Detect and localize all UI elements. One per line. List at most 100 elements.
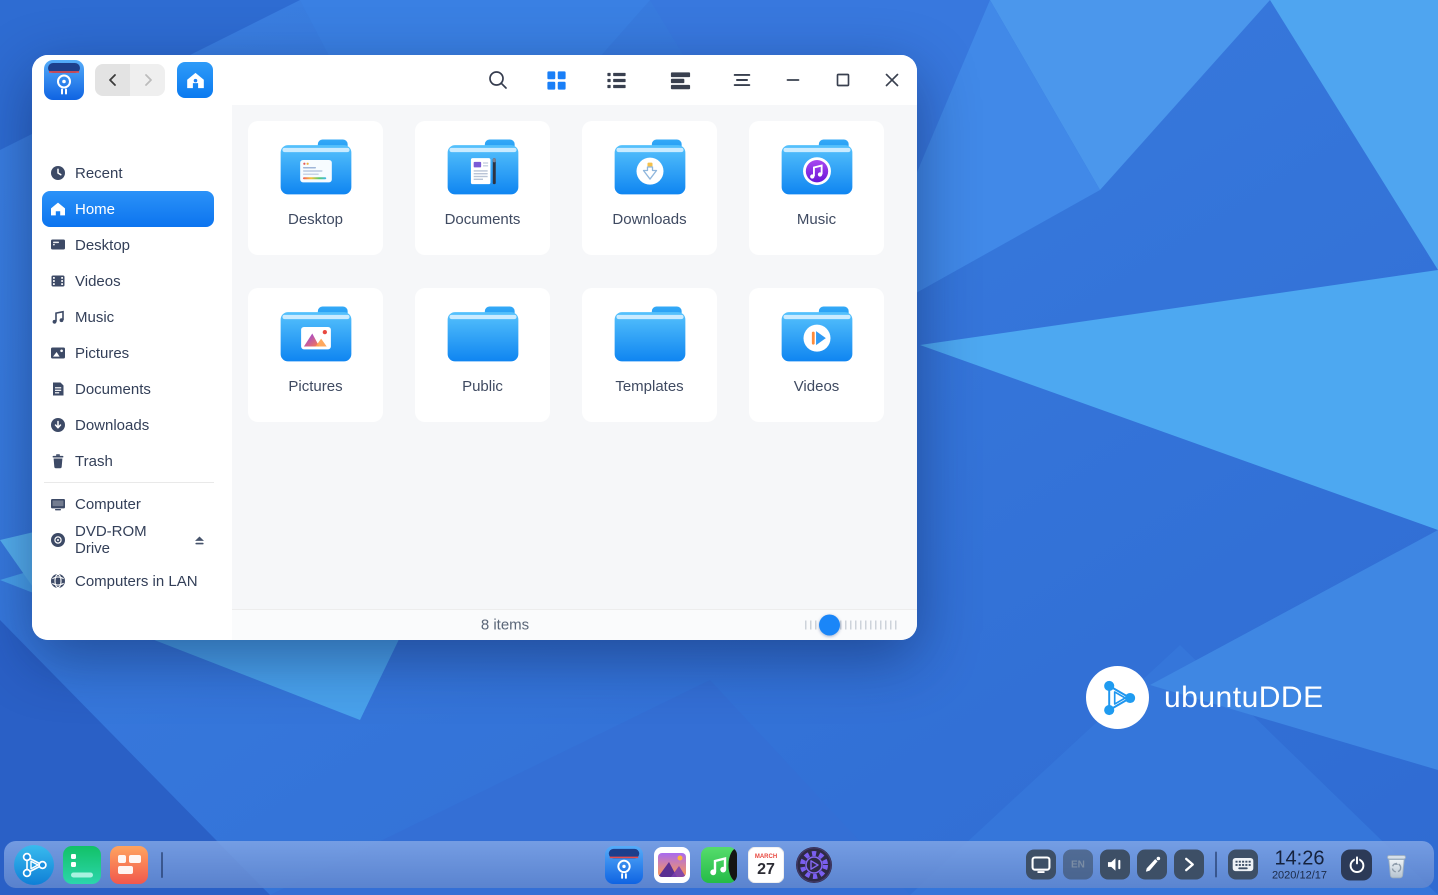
minimize-button[interactable] bbox=[776, 63, 810, 97]
dock-separator bbox=[161, 852, 163, 878]
folder-name: Desktop bbox=[288, 211, 343, 228]
folder-desktop[interactable]: Desktop bbox=[248, 121, 383, 255]
status-bar: 8 items bbox=[232, 609, 917, 640]
folder-name: Pictures bbox=[288, 378, 342, 395]
expand-icon[interactable] bbox=[1174, 850, 1204, 880]
file-manager-window: Recent Home Desktop Videos Music Pictures Docu… bbox=[32, 55, 917, 640]
folder-icon bbox=[442, 121, 524, 205]
draw-icon[interactable] bbox=[1137, 850, 1167, 880]
brand-watermark: ubuntuDDE bbox=[1086, 666, 1324, 729]
folder-icon bbox=[609, 288, 691, 372]
back-button[interactable] bbox=[95, 64, 130, 96]
keyboard-layout-label: EN bbox=[1071, 859, 1085, 870]
trash-icon bbox=[50, 453, 66, 469]
ubuntudde-logo-icon bbox=[1086, 666, 1149, 729]
folder-documents[interactable]: Documents bbox=[415, 121, 550, 255]
svg-text:MARCH: MARCH bbox=[755, 854, 777, 860]
sidebar-item-label: Downloads bbox=[75, 417, 149, 434]
display-icon[interactable] bbox=[1026, 850, 1056, 880]
detail-view-button[interactable] bbox=[663, 63, 697, 97]
folder-icon bbox=[609, 121, 691, 205]
folder-pictures[interactable]: Pictures bbox=[248, 288, 383, 422]
sidebar-item-label: Recent bbox=[75, 165, 123, 182]
volume-icon[interactable] bbox=[1100, 850, 1130, 880]
home-icon bbox=[50, 201, 66, 217]
clock[interactable]: 14:262020/12/17 bbox=[1272, 848, 1327, 881]
folder-templates[interactable]: Templates bbox=[582, 288, 717, 422]
sidebar-item-label: Trash bbox=[75, 453, 113, 470]
folder-videos[interactable]: Videos bbox=[749, 288, 884, 422]
sidebar-item-computer[interactable]: Computer bbox=[42, 486, 214, 522]
sidebar-item-pictures[interactable]: Pictures bbox=[42, 335, 214, 371]
power-button[interactable] bbox=[1341, 849, 1372, 880]
sidebar-item-computers-in-lan[interactable]: Computers in LAN bbox=[42, 563, 214, 599]
launcher-icon[interactable] bbox=[14, 845, 54, 885]
sidebar-item-trash[interactable]: Trash bbox=[42, 443, 214, 479]
onscreen-keyboard-icon[interactable] bbox=[1228, 850, 1258, 880]
trash-icon[interactable] bbox=[1383, 849, 1410, 880]
sidebar-item-documents[interactable]: Documents bbox=[42, 371, 214, 407]
folder-grid: Desktop Documents Downloads Music Pictures Pu… bbox=[232, 105, 917, 438]
sidebar-item-label: Home bbox=[75, 201, 115, 218]
sidebar-item-label: Documents bbox=[75, 381, 151, 398]
folder-name: Templates bbox=[615, 378, 683, 395]
disc-icon bbox=[50, 532, 66, 548]
list-view-button[interactable] bbox=[599, 63, 633, 97]
window-body: Recent Home Desktop Videos Music Pictures Docu… bbox=[32, 105, 917, 640]
folder-name: Downloads bbox=[612, 211, 686, 228]
keyboard-layout-icon[interactable]: EN bbox=[1063, 850, 1093, 880]
file-manager-icon[interactable] bbox=[605, 846, 643, 884]
eject-icon[interactable] bbox=[193, 534, 206, 547]
clock-icon bbox=[50, 165, 66, 181]
sidebar-item-videos[interactable]: Videos bbox=[42, 263, 214, 299]
titlebar bbox=[32, 55, 917, 105]
folder-icon bbox=[275, 121, 357, 205]
photos-icon[interactable] bbox=[654, 847, 690, 883]
multitasking-icon[interactable] bbox=[63, 846, 101, 884]
menu-button[interactable] bbox=[725, 63, 759, 97]
sidebar-item-recent[interactable]: Recent bbox=[42, 155, 214, 191]
home-button[interactable] bbox=[177, 62, 213, 98]
sidebar-item-dvd-rom-drive[interactable]: DVD-ROM Drive bbox=[42, 522, 214, 558]
sidebar-item-label: Desktop bbox=[75, 237, 130, 254]
svg-text:27: 27 bbox=[757, 861, 775, 878]
sidebar-item-label: Computer bbox=[75, 496, 141, 513]
folder-downloads[interactable]: Downloads bbox=[582, 121, 717, 255]
clock-time: 14:26 bbox=[1274, 848, 1324, 868]
grid-view-button[interactable] bbox=[539, 63, 573, 97]
videos-icon bbox=[50, 273, 66, 289]
calendar-icon[interactable]: MARCH27 bbox=[748, 847, 784, 883]
sidebar-item-home[interactable]: Home bbox=[42, 191, 214, 227]
network-icon bbox=[50, 573, 66, 589]
folder-music[interactable]: Music bbox=[749, 121, 884, 255]
folder-name: Music bbox=[797, 211, 836, 228]
folder-icon bbox=[776, 288, 858, 372]
folder-public[interactable]: Public bbox=[415, 288, 550, 422]
navigation-buttons bbox=[95, 64, 165, 96]
sidebar-item-label: Music bbox=[75, 309, 114, 326]
slider-handle[interactable] bbox=[819, 615, 840, 636]
music-app-icon[interactable] bbox=[701, 847, 737, 883]
search-button[interactable] bbox=[481, 63, 515, 97]
file-manager-app-icon bbox=[44, 60, 84, 100]
sidebar-item-music[interactable]: Music bbox=[42, 299, 214, 335]
close-button[interactable] bbox=[875, 63, 909, 97]
sidebar-item-label: Videos bbox=[75, 273, 121, 290]
zoom-slider[interactable] bbox=[805, 614, 898, 636]
sidebar-item-label: DVD-ROM Drive bbox=[75, 523, 184, 557]
maximize-button[interactable] bbox=[826, 63, 860, 97]
folder-name: Videos bbox=[794, 378, 840, 395]
folder-name: Public bbox=[462, 378, 503, 395]
sidebar-item-label: Computers in LAN bbox=[75, 573, 198, 590]
music-icon bbox=[50, 309, 66, 325]
forward-button[interactable] bbox=[130, 64, 165, 96]
dashboard-icon[interactable] bbox=[110, 846, 148, 884]
sidebar-item-downloads[interactable]: Downloads bbox=[42, 407, 214, 443]
content-column: Desktop Documents Downloads Music Pictures Pu… bbox=[232, 105, 917, 640]
dock: MARCH27 EN 14:262020/12/17 bbox=[4, 841, 1434, 888]
sidebar-item-desktop[interactable]: Desktop bbox=[42, 227, 214, 263]
desktop-icon bbox=[50, 237, 66, 253]
control-center-icon[interactable] bbox=[795, 846, 833, 884]
dock-left-group bbox=[14, 845, 167, 885]
folder-icon bbox=[442, 288, 524, 372]
